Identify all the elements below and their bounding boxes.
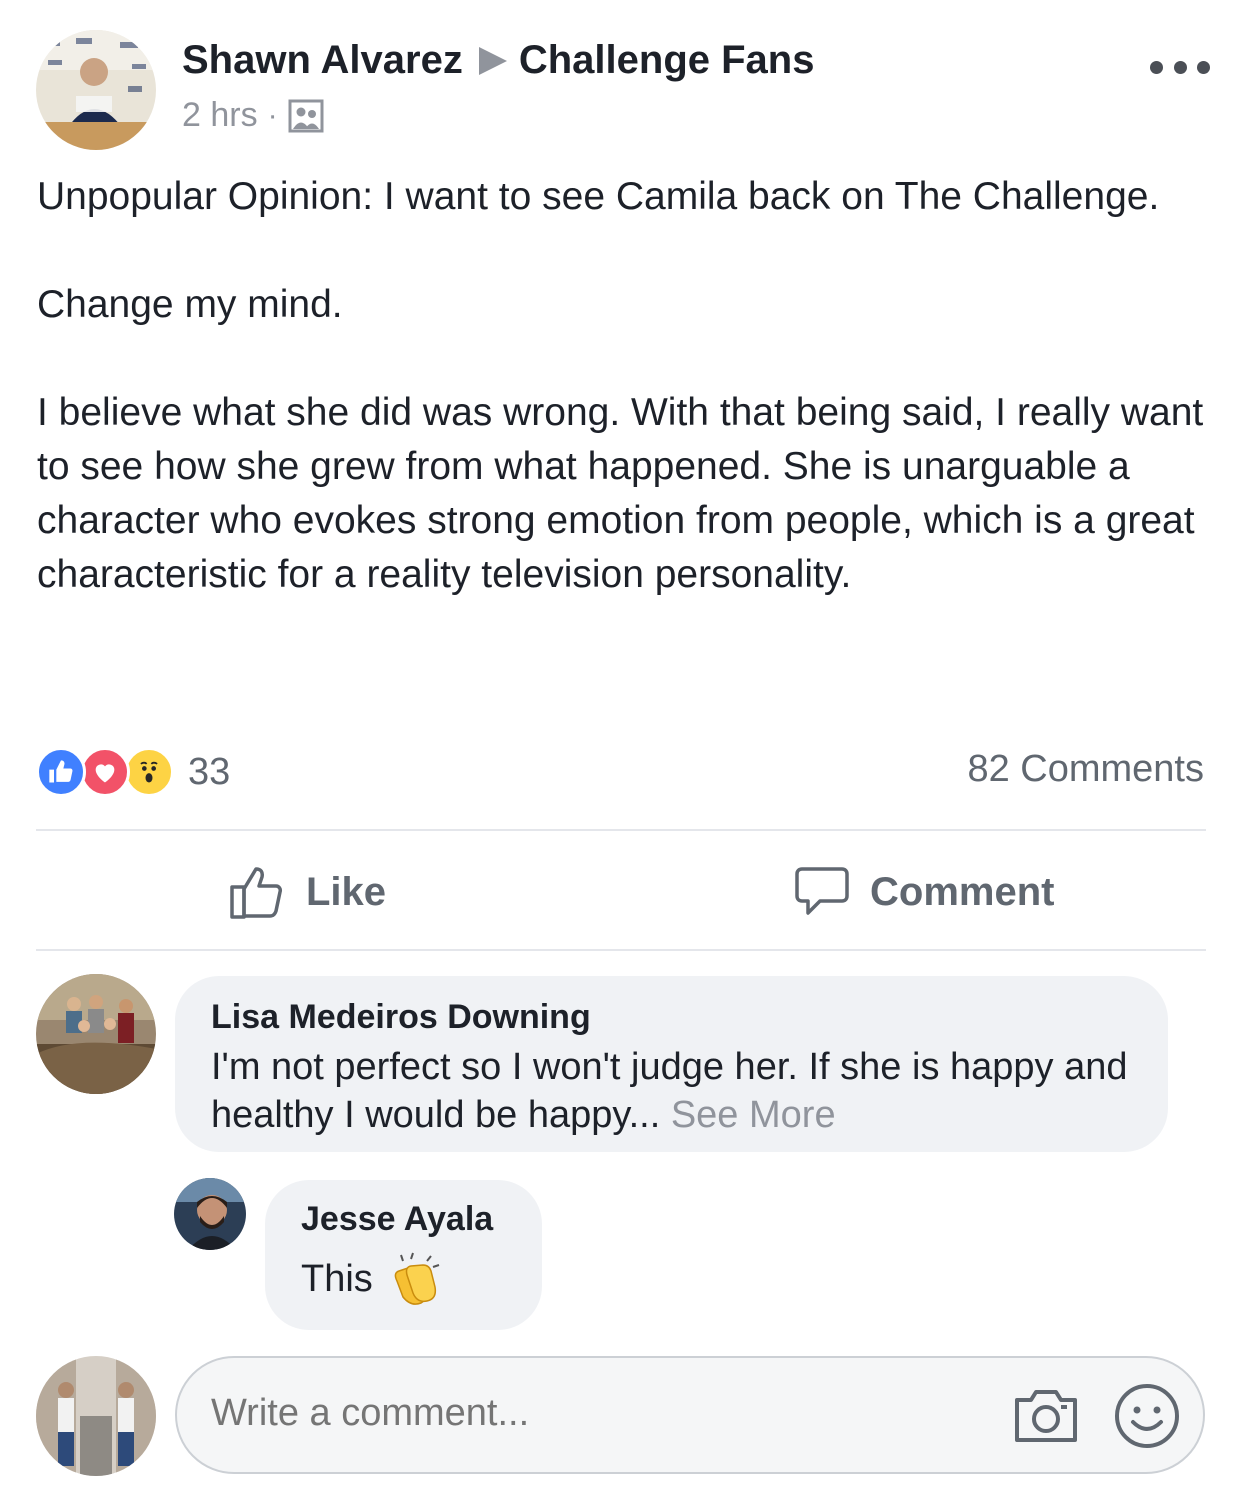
reply-text: This [301, 1251, 542, 1307]
reply-author[interactable]: Jesse Ayala [301, 1200, 542, 1239]
replier-photo [174, 1178, 246, 1250]
author-photo [36, 30, 156, 150]
reply-body: This [301, 1258, 373, 1300]
post-paragraph: Unpopular Opinion: I want to see Camila … [37, 175, 1160, 218]
comment-body: I'm not perfect so I won't judge her. If… [211, 1046, 1128, 1136]
comment-label: Comment [870, 869, 1055, 914]
post-body: Unpopular Opinion: I want to see Camila … [37, 170, 1217, 602]
more-options-icon[interactable] [1150, 52, 1210, 82]
reply-avatar[interactable] [174, 1178, 246, 1250]
more-dot [1150, 60, 1163, 74]
divider [36, 829, 1206, 831]
comment-bubble[interactable]: Lisa Medeiros Downing I'm not perfect so… [175, 976, 1168, 1152]
love-reaction-icon [80, 747, 130, 797]
comment-input[interactable] [211, 1392, 971, 1435]
like-button[interactable]: Like [228, 862, 386, 922]
like-reaction-icon [36, 747, 86, 797]
clapping-hands-icon [394, 1252, 440, 1305]
comment-composer[interactable] [175, 1356, 1205, 1474]
post-meta: 2 hrs · [182, 96, 324, 135]
like-label: Like [306, 869, 387, 914]
shared-to-arrow-icon [478, 46, 507, 75]
author-name[interactable]: Shawn Alvarez [182, 38, 463, 83]
wow-reaction-icon [124, 747, 174, 797]
comment-button[interactable]: Comment [794, 862, 1054, 922]
see-more-link[interactable]: See More [671, 1094, 836, 1136]
more-dot [1197, 60, 1210, 74]
reaction-count: 33 [188, 750, 231, 793]
current-user-photo [36, 1356, 156, 1476]
comments-count-link[interactable]: 82 Comments [967, 748, 1204, 791]
reply-bubble[interactable]: Jesse Ayala This [265, 1180, 542, 1330]
post-paragraph: Change my mind. [37, 283, 343, 326]
comment-text: I'm not perfect so I won't judge her. If… [211, 1043, 1168, 1139]
emoji-icon[interactable] [1113, 1382, 1181, 1450]
commenter-avatar[interactable] [36, 974, 156, 1094]
commenter-photo [36, 974, 156, 1094]
author-avatar[interactable] [36, 30, 156, 150]
post-paragraph: I believe what she did was wrong. With t… [37, 391, 1204, 596]
post-header: Shawn Alvarez Challenge Fans [182, 38, 814, 83]
post-timestamp[interactable]: 2 hrs [182, 96, 258, 135]
reactions-summary[interactable]: 33 [36, 746, 230, 798]
group-name[interactable]: Challenge Fans [519, 38, 815, 83]
comment-bubble-icon [795, 867, 849, 915]
group-audience-icon [288, 99, 324, 132]
thumbs-up-icon [230, 867, 282, 919]
divider [36, 949, 1206, 951]
current-user-avatar [36, 1356, 156, 1476]
meta-separator: · [267, 98, 278, 132]
camera-icon[interactable] [1011, 1386, 1081, 1446]
more-dot [1173, 60, 1187, 74]
comment-author[interactable]: Lisa Medeiros Downing [211, 998, 1168, 1037]
